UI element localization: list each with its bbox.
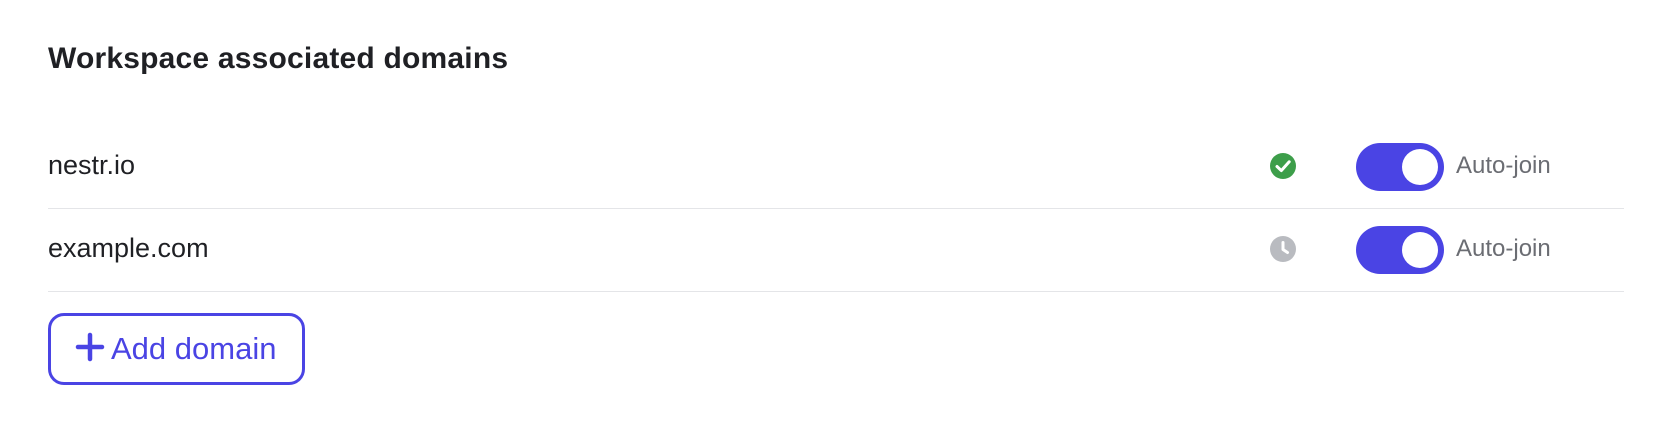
plus-icon: [75, 332, 105, 367]
toggle-knob: [1402, 232, 1438, 268]
auto-join-label: Auto-join: [1456, 235, 1551, 262]
auto-join-toggle[interactable]: [1356, 143, 1444, 191]
check-circle-icon: [1269, 152, 1297, 180]
domain-row: example.com Auto-join: [48, 209, 1624, 292]
domain-name: example.com: [48, 233, 209, 263]
domain-row: nestr.io Auto-join: [48, 126, 1624, 209]
auto-join-label: Auto-join: [1456, 152, 1551, 179]
domain-list: nestr.io Auto-join example.com Auto-join: [48, 126, 1624, 292]
add-domain-label: Add domain: [111, 331, 277, 366]
domain-name: nestr.io: [48, 150, 136, 180]
toggle-knob: [1402, 149, 1438, 185]
auto-join-toggle[interactable]: [1356, 226, 1444, 274]
add-domain-button[interactable]: Add domain: [48, 313, 306, 385]
section-title: Workspace associated domains: [48, 42, 509, 75]
clock-icon: [1269, 235, 1297, 263]
